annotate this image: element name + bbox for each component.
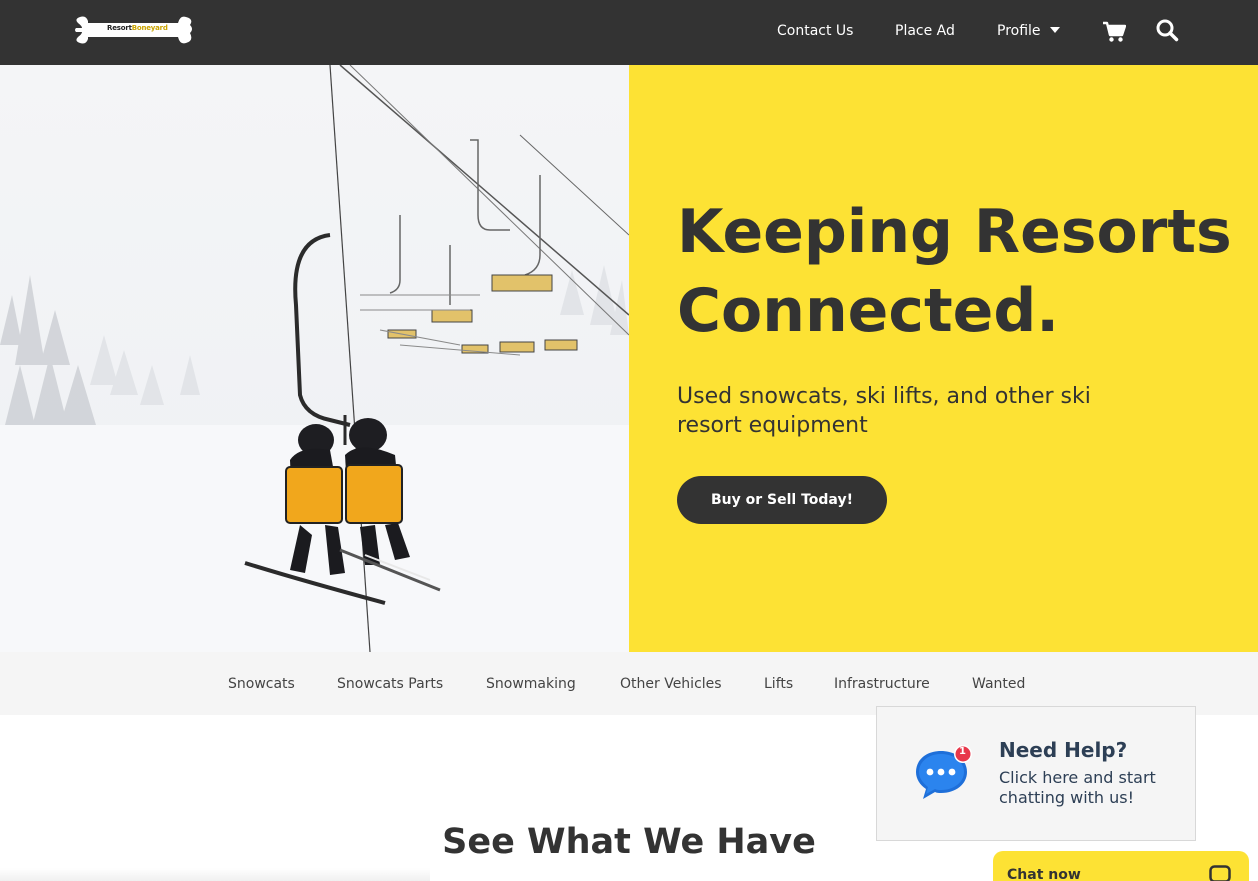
chat-bubble-icon: 1	[913, 743, 975, 803]
hero-panel: Keeping Resorts Connected. Used snowcats…	[629, 65, 1258, 652]
need-help-title: Need Help?	[999, 738, 1128, 762]
category-wanted[interactable]: Wanted	[972, 676, 1025, 692]
search-icon[interactable]	[1155, 18, 1179, 42]
category-snowmaking[interactable]: Snowmaking	[486, 676, 576, 692]
hero-image	[0, 65, 629, 652]
category-snowcats[interactable]: Snowcats	[228, 676, 295, 692]
category-snowcats-parts[interactable]: Snowcats Parts	[337, 676, 443, 692]
logo-word-boneyard: Boneyard	[131, 24, 168, 32]
chevron-down-icon	[1049, 27, 1060, 33]
chat-now-label: Chat now	[1007, 867, 1081, 881]
logo-word-resort: Resort	[107, 24, 132, 32]
chat-window-icon	[1209, 865, 1231, 881]
category-other-vehicles[interactable]: Other Vehicles	[620, 676, 722, 692]
hero-title-line-1: Keeping Resorts	[677, 197, 1232, 267]
site-logo[interactable]: ResortBoneyard	[74, 15, 194, 45]
category-lifts[interactable]: Lifts	[764, 676, 793, 692]
category-infrastructure[interactable]: Infrastructure	[834, 676, 930, 692]
site-header: ResortBoneyard Contact Us Place Ad Profi…	[0, 0, 1258, 65]
need-help-widget[interactable]: 1 Need Help? Click here and start chatti…	[876, 706, 1196, 841]
nav-contact-us[interactable]: Contact Us	[777, 23, 853, 39]
notification-badge-count: 1	[959, 746, 966, 757]
chat-now-button[interactable]: Chat now	[993, 851, 1249, 881]
hero-subtitle: Used snowcats, ski lifts, and other ski …	[677, 384, 1091, 438]
hero-title-line-2: Connected.	[677, 276, 1060, 346]
nav-place-ad[interactable]: Place Ad	[895, 23, 955, 39]
card-shadow	[0, 868, 430, 881]
nav-profile[interactable]: Profile	[997, 23, 1060, 39]
logo-wordmark: ResortBoneyard	[107, 24, 168, 32]
need-help-text: Click here and start chatting with us!	[999, 768, 1156, 807]
nav-profile-label: Profile	[997, 23, 1041, 39]
buy-or-sell-button[interactable]: Buy or Sell Today!	[677, 476, 887, 524]
hero-title: Keeping Resorts Connected.	[677, 193, 1247, 351]
cart-icon[interactable]	[1102, 21, 1127, 43]
